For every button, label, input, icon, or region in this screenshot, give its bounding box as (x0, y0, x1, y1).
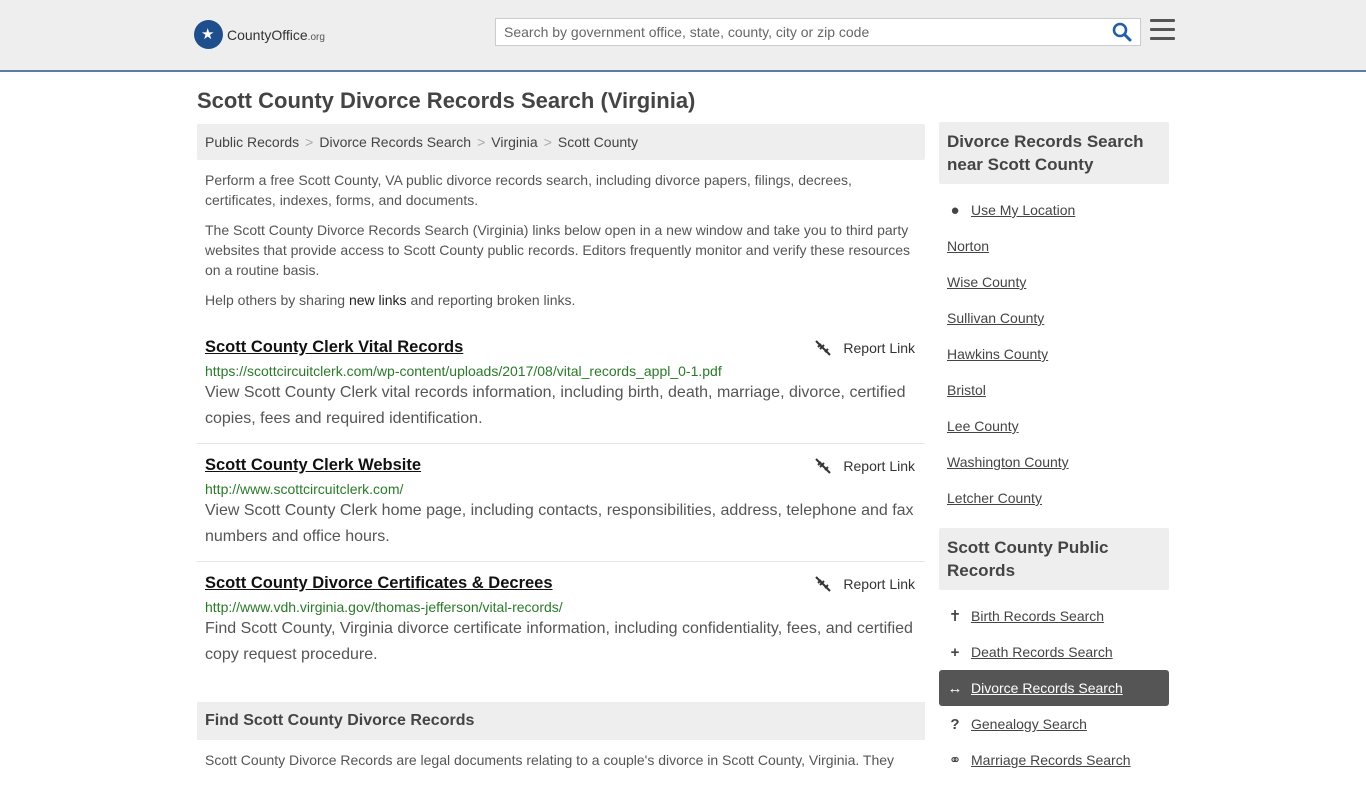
breadcrumb-scott-county: Scott County (557, 134, 639, 150)
nearby-link[interactable]: Lee County (947, 418, 1019, 434)
report-link-button[interactable]: Report Link (815, 340, 915, 356)
search-button[interactable] (1112, 22, 1134, 44)
sidebar-item-death-records[interactable]: + Death Records Search (947, 634, 1169, 670)
result-description: View Scott County Clerk home page, inclu… (205, 502, 914, 545)
nearby-item[interactable]: Norton (947, 228, 1169, 264)
map-marker-icon: ● (950, 201, 960, 219)
public-records-list: ✝ Birth Records Search + Death Records Sea… (939, 590, 1169, 786)
intro-text: Perform a free Scott County, VA public d… (197, 170, 925, 310)
baby-icon: ✝ (948, 608, 962, 625)
intro-paragraph-3: Help others by sharing new links and rep… (205, 292, 576, 308)
breadcrumb-public-records[interactable]: Public Records (205, 134, 299, 150)
nearby-item[interactable]: Bristol (947, 372, 1169, 408)
sidebar-item-marriage-records[interactable]: ⚭ Marriage Records Search (947, 742, 1169, 778)
hamburger-icon (1150, 19, 1175, 22)
broken-link-icon (815, 576, 832, 592)
sidebar-item-divorce-records[interactable]: ↔ Divorce Records Search (939, 670, 1169, 706)
nearby-heading: Divorce Records Search near Scott County (939, 122, 1169, 184)
nearby-link[interactable]: Washington County (947, 454, 1069, 470)
nearby-link[interactable]: Bristol (947, 382, 986, 398)
new-links-link[interactable]: new links (349, 292, 407, 308)
use-location-item[interactable]: ● Use My Location (947, 192, 1169, 228)
use-location-link[interactable]: Use My Location (971, 202, 1075, 218)
result-description: View Scott County Clerk vital records in… (205, 384, 906, 427)
search-icon (1112, 22, 1132, 42)
cross-icon: + (950, 643, 960, 661)
nearby-list: ● Use My Location Norton Wise County Sull… (939, 184, 1169, 524)
result-title-link[interactable]: Scott County Divorce Certificates & Decr… (205, 574, 917, 593)
page-title: Scott County Divorce Records Search (Vir… (197, 88, 696, 113)
sidebar-item-birth-records[interactable]: ✝ Birth Records Search (947, 598, 1169, 634)
nearby-item[interactable]: Letcher County (947, 480, 1169, 516)
find-records-text: Scott County Divorce Records are legal d… (205, 752, 895, 768)
result-item: Scott County Clerk Vital Records Report … (197, 326, 925, 444)
nearby-link[interactable]: Sullivan County (947, 310, 1044, 326)
result-description: Find Scott County, Virginia divorce cert… (205, 620, 913, 663)
logo-icon (194, 20, 223, 49)
nearby-item[interactable]: Lee County (947, 408, 1169, 444)
nearby-item[interactable]: Sullivan County (947, 300, 1169, 336)
result-url: http://www.scottcircuitclerk.com/ (205, 481, 404, 497)
nearby-item[interactable]: Wise County (947, 264, 1169, 300)
result-item: Scott County Clerk Website Report Link h… (197, 444, 925, 562)
public-records-heading: Scott County Public Records (939, 528, 1169, 590)
nearby-link[interactable]: Norton (947, 238, 989, 254)
result-title-link[interactable]: Scott County Clerk Website (205, 456, 917, 475)
logo-text: CountyOffice.org (227, 26, 325, 43)
site-logo[interactable]: CountyOffice.org (194, 20, 325, 49)
rings-icon: ⚭ (948, 752, 962, 769)
menu-button[interactable] (1150, 19, 1175, 41)
nearby-item[interactable]: Washington County (947, 444, 1169, 480)
search-box (495, 18, 1141, 46)
breadcrumb-virginia[interactable]: Virginia (491, 134, 537, 150)
broken-link-icon (815, 340, 832, 356)
result-item: Scott County Divorce Certificates & Decr… (197, 562, 925, 679)
search-input[interactable] (496, 19, 1106, 45)
nearby-link[interactable]: Letcher County (947, 490, 1042, 506)
sidebar-item-genealogy[interactable]: ? Genealogy Search (947, 706, 1169, 742)
result-title-link[interactable]: Scott County Clerk Vital Records (205, 338, 917, 357)
result-url: https://scottcircuitclerk.com/wp-content… (205, 363, 722, 379)
nearby-item[interactable]: Hawkins County (947, 336, 1169, 372)
intro-paragraph-1: Perform a free Scott County, VA public d… (205, 172, 852, 208)
main-content: Public Records > Divorce Records Search > Vi… (197, 124, 925, 679)
nearby-link[interactable]: Hawkins County (947, 346, 1048, 362)
breadcrumb-divorce-records[interactable]: Divorce Records Search (319, 134, 471, 150)
report-link-button[interactable]: Report Link (815, 576, 915, 592)
breadcrumb: Public Records > Divorce Records Search > Vi… (197, 124, 925, 160)
question-icon: ? (950, 715, 960, 733)
intro-paragraph-2: The Scott County Divorce Records Search … (205, 222, 911, 278)
result-url: http://www.vdh.virginia.gov/thomas-jeffe… (205, 599, 563, 615)
sidebar: Divorce Records Search near Scott County… (939, 122, 1169, 786)
site-header: CountyOffice.org (0, 0, 1366, 72)
broken-link-icon (815, 458, 832, 474)
nearby-link[interactable]: Wise County (947, 274, 1026, 290)
find-records-heading: Find Scott County Divorce Records (197, 702, 925, 740)
arrows-icon: ↔ (947, 679, 963, 697)
report-link-button[interactable]: Report Link (815, 458, 915, 474)
